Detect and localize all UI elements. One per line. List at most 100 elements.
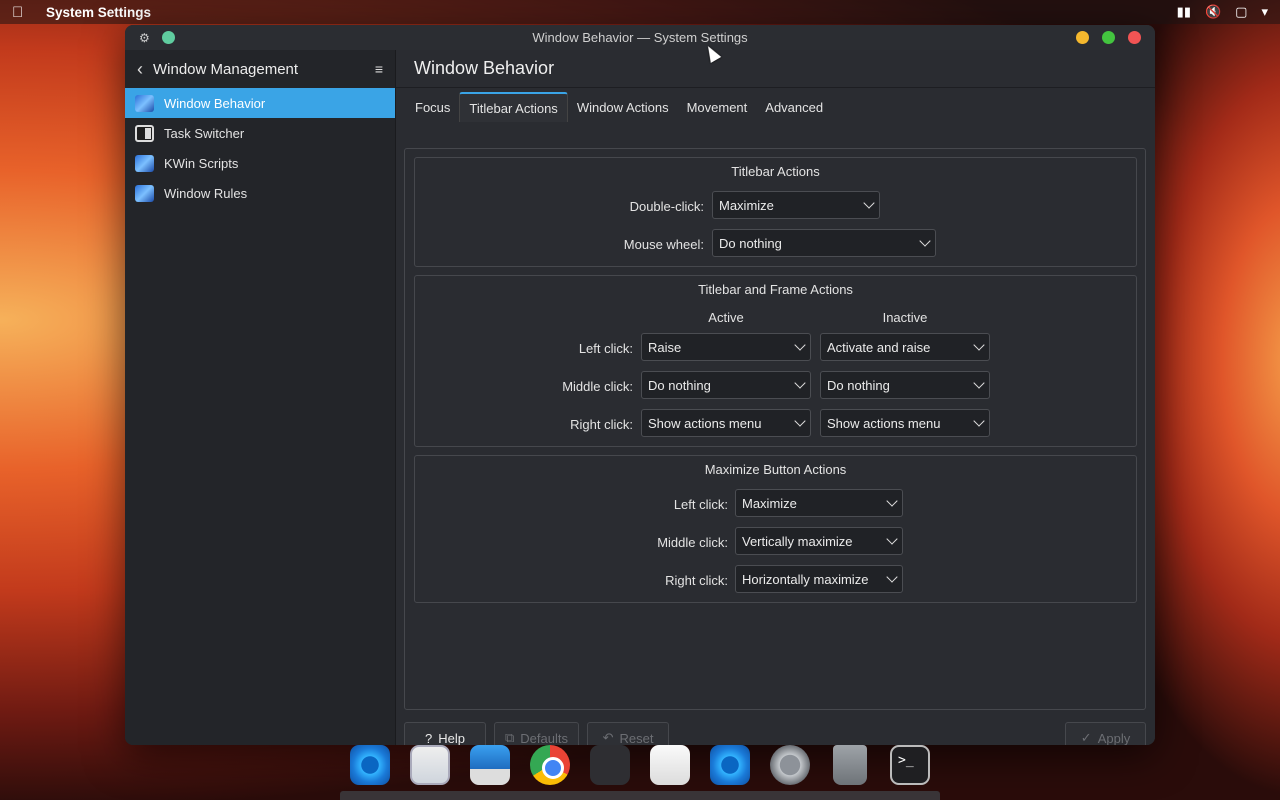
sidebar-item-window-behavior[interactable]: Window Behavior [125, 88, 395, 118]
sound-muted-icon[interactable]: 🔇 [1205, 4, 1221, 20]
max-middle-click-select[interactable]: Vertically maximize [735, 527, 903, 555]
select-value: Show actions menu [648, 415, 762, 431]
tab-titlebar-actions[interactable]: Titlebar Actions [459, 92, 568, 122]
tab-focus[interactable]: Focus [406, 92, 459, 122]
launchpad-grid-icon[interactable] [410, 745, 450, 785]
chevron-down-icon [919, 235, 931, 247]
select-value: Do nothing [648, 377, 711, 393]
display-icon[interactable]: ▢ [1235, 4, 1247, 20]
image-capture-icon[interactable] [470, 745, 510, 785]
quicktime-player-icon[interactable] [350, 745, 390, 785]
double-click-label: Double-click: [629, 199, 704, 214]
status-tray: ▮▮ 🔇 ▢ ▾ [1177, 4, 1268, 20]
system-settings-window: ⚙ Window Behavior — System Settings ‹ Wi… [125, 25, 1155, 745]
group-title: Maximize Button Actions [704, 462, 847, 477]
max-right-click-label: Right click: [665, 573, 728, 588]
sidebar-item-label: Window Behavior [164, 95, 266, 111]
window-rules-icon [135, 184, 154, 202]
mouse-wheel-label: Mouse wheel: [623, 237, 704, 252]
frame-left-active-select[interactable]: Raise [641, 333, 811, 361]
minimize-button[interactable] [1076, 31, 1089, 44]
kwin-scripts-icon [135, 154, 154, 172]
back-arrow-icon[interactable]: ‹ [137, 59, 143, 80]
tab-advanced[interactable]: Advanced [756, 92, 832, 122]
close-button[interactable] [1128, 31, 1141, 44]
chevron-down-icon [794, 377, 806, 389]
sidebar-header: ‹ Window Management ≡ [125, 50, 395, 88]
menubar-app-name[interactable]: System Settings [46, 5, 151, 20]
dock-shelf [340, 791, 940, 800]
settings-gear-icon[interactable]: ⚙ [139, 31, 150, 45]
chevron-down-icon [794, 339, 806, 351]
hamburger-menu-icon[interactable]: ≡ [375, 61, 383, 77]
checkmark-icon: ✓ [1080, 730, 1092, 745]
trash-icon[interactable] [833, 745, 867, 785]
sidebar-item-label: Task Switcher [164, 125, 245, 141]
page-title: Window Behavior [396, 50, 1155, 88]
sidebar-item-task-switcher[interactable]: Task Switcher [125, 118, 395, 148]
group-title: Titlebar Actions [731, 164, 820, 179]
sidebar-item-label: Window Rules [164, 185, 248, 201]
tab-movement[interactable]: Movement [678, 92, 757, 122]
sidebar-header-title: Window Management [153, 60, 299, 78]
max-right-click-select[interactable]: Horizontally maximize [735, 565, 903, 593]
max-left-click-label: Left click: [673, 497, 728, 512]
select-value: Do nothing [719, 235, 782, 251]
chevron-down-icon[interactable]: ▾ [1261, 4, 1268, 20]
cat-app-icon[interactable] [590, 745, 630, 785]
main-content: Window Behavior Focus Titlebar Actions W… [396, 50, 1155, 745]
maximize-button-actions-group: Maximize Button Actions Left click: Maxi… [414, 455, 1137, 603]
chevron-down-icon [794, 415, 806, 427]
sidebar-item-kwin-scripts[interactable]: KWin Scripts [125, 148, 395, 178]
titlebar-actions-group: Titlebar Actions Double-click: Maximize … [414, 157, 1137, 267]
titlebar-actions-panel: Titlebar Actions Double-click: Maximize … [404, 148, 1146, 710]
chrome-browser-icon[interactable] [530, 745, 570, 785]
chevron-down-icon [886, 533, 898, 545]
frame-left-inactive-select[interactable]: Activate and raise [820, 333, 990, 361]
task-switcher-icon [135, 124, 154, 142]
sidebar-item-window-rules[interactable]: Window Rules [125, 178, 395, 208]
top-menu-bar:  System Settings ▮▮ 🔇 ▢ ▾ [0, 0, 1280, 24]
text-editor-icon[interactable] [650, 745, 690, 785]
frame-middle-click-label: Middle click: [562, 379, 633, 394]
frame-left-click-label: Left click: [578, 341, 633, 356]
tab-window-actions[interactable]: Window Actions [568, 92, 678, 122]
battery-icon[interactable]: ▮▮ [1177, 4, 1191, 20]
apple-logo-icon[interactable]:  [12, 4, 34, 21]
window-titlebar[interactable]: ⚙ Window Behavior — System Settings [125, 25, 1155, 50]
frame-right-active-select[interactable]: Show actions menu [641, 409, 811, 437]
window-behavior-icon [135, 94, 154, 112]
mouse-wheel-select[interactable]: Do nothing [712, 229, 936, 257]
active-column-header: Active [708, 310, 744, 325]
select-value: Vertically maximize [742, 533, 853, 549]
terminal-icon[interactable]: >_ [890, 745, 930, 785]
select-value: Show actions menu [827, 415, 941, 431]
frame-right-click-label: Right click: [570, 417, 633, 432]
double-click-select[interactable]: Maximize [712, 191, 880, 219]
group-title: Titlebar and Frame Actions [698, 282, 853, 297]
quicktime-player-2-icon[interactable] [710, 745, 750, 785]
select-value: Maximize [742, 495, 797, 511]
system-settings-gear-icon[interactable] [770, 745, 810, 785]
chevron-down-icon [973, 415, 985, 427]
select-value: Horizontally maximize [742, 571, 869, 587]
select-value: Maximize [719, 197, 774, 213]
select-value: Do nothing [827, 377, 890, 393]
frame-actions-group: Titlebar and Frame Actions Active Inacti… [414, 275, 1137, 447]
chevron-down-icon [973, 339, 985, 351]
max-middle-click-label: Middle click: [657, 535, 728, 550]
select-value: Activate and raise [827, 339, 931, 355]
sidebar-item-label: KWin Scripts [164, 155, 239, 171]
max-left-click-select[interactable]: Maximize [735, 489, 903, 517]
frame-middle-active-select[interactable]: Do nothing [641, 371, 811, 399]
dock: >_ [345, 740, 935, 790]
select-value: Raise [648, 339, 682, 355]
apply-button[interactable]: ✓ Apply [1065, 722, 1146, 745]
apply-button-label: Apply [1097, 730, 1131, 746]
tab-bar: Focus Titlebar Actions Window Actions Mo… [396, 88, 1155, 122]
window-title: Window Behavior — System Settings [532, 30, 748, 45]
keep-above-button[interactable] [161, 31, 175, 44]
frame-middle-inactive-select[interactable]: Do nothing [820, 371, 990, 399]
frame-right-inactive-select[interactable]: Show actions menu [820, 409, 990, 437]
maximize-button[interactable] [1102, 31, 1115, 44]
